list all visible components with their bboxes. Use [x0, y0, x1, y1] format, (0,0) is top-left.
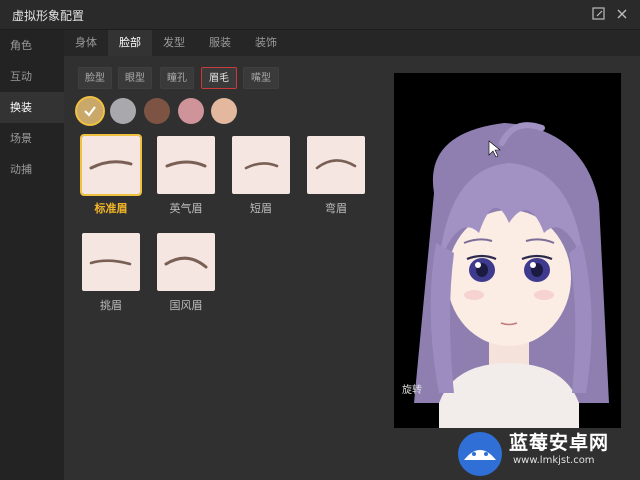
window-title: 虚拟形象配置: [12, 9, 85, 23]
eyebrow-card-traditional[interactable]: [157, 233, 215, 291]
rotate-hint-text: 旋转: [402, 385, 422, 396]
color-swatch-peach[interactable]: [211, 98, 237, 124]
tab-hairstyle[interactable]: 发型: [152, 30, 196, 56]
subtab-mouth-shape[interactable]: 嘴型: [243, 67, 279, 89]
tab-clothing[interactable]: 服装: [198, 30, 242, 56]
eyebrow-raised-icon: [89, 259, 132, 266]
avatar-preview[interactable]: 旋转: [394, 73, 621, 428]
title-bar: 虚拟形象配置: [0, 0, 640, 30]
tab-face[interactable]: 脸部: [108, 30, 152, 56]
category-tabs: 身体 脸部 发型 服装 装饰: [64, 30, 640, 56]
eyebrow-curved-icon: [315, 159, 357, 170]
subtab-eye-shape[interactable]: 眼型: [118, 67, 152, 89]
color-swatch-brown[interactable]: [144, 98, 170, 124]
eyebrow-traditional-icon: [164, 256, 208, 269]
close-icon[interactable]: [614, 6, 630, 22]
sidebar-item-dressup[interactable]: 换装: [0, 92, 64, 123]
sidebar-item-interact[interactable]: 互动: [0, 61, 64, 92]
tab-body[interactable]: 身体: [64, 30, 108, 56]
watermark-url: www.lmkjst.com: [513, 455, 595, 466]
eyebrow-label-curved: 弯眉: [325, 202, 347, 215]
color-swatch-gold[interactable]: [77, 98, 103, 124]
eyebrow-card-raised[interactable]: [82, 233, 140, 291]
sidebar: 角色 互动 换装 场景 动捕: [0, 30, 64, 480]
eyebrow-card-short[interactable]: [232, 136, 290, 194]
tab-accessories[interactable]: 装饰: [244, 30, 288, 56]
subtab-eyebrows[interactable]: 眉毛: [201, 67, 237, 89]
sidebar-item-scene[interactable]: 场景: [0, 123, 64, 154]
eyebrow-label-standard: 标准眉: [94, 202, 128, 215]
sidebar-item-motion-capture[interactable]: 动捕: [0, 154, 64, 185]
eyebrow-label-heroic: 英气眉: [169, 202, 203, 215]
eyebrow-card-curved[interactable]: [307, 136, 365, 194]
checkmark-icon: [84, 106, 96, 117]
watermark-title: 蓝莓安卓网: [509, 432, 610, 454]
color-swatch-rose[interactable]: [178, 98, 204, 124]
eyebrow-standard-icon: [89, 160, 133, 170]
eyebrow-card-heroic[interactable]: [157, 136, 215, 194]
eyebrow-card-standard[interactable]: [80, 134, 142, 196]
eyebrow-heroic-icon: [165, 160, 207, 168]
eyebrow-label-traditional: 国风眉: [169, 299, 203, 312]
sidebar-item-role[interactable]: 角色: [0, 30, 64, 61]
eyebrow-label-short: 短眉: [250, 202, 272, 215]
avatar-character-image: [414, 122, 609, 428]
subtab-face-shape[interactable]: 脸型: [78, 67, 112, 89]
eyebrow-short-icon: [244, 162, 279, 170]
eyebrow-label-raised: 挑眉: [100, 299, 122, 312]
color-swatch-gray[interactable]: [110, 98, 136, 124]
subtab-pupil[interactable]: 瞳孔: [160, 67, 194, 89]
edit-icon[interactable]: [591, 6, 607, 22]
